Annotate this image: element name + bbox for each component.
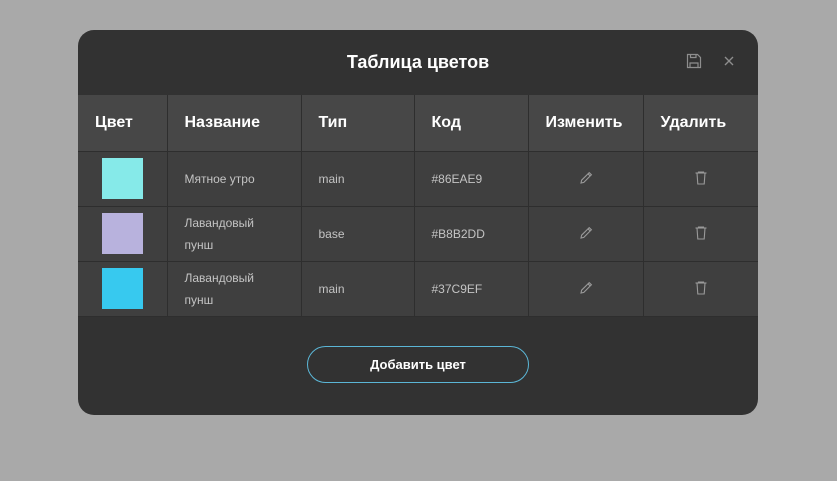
- color-swatch: [102, 268, 143, 309]
- color-swatch: [102, 158, 143, 199]
- delete-cell: [643, 206, 758, 262]
- column-header-code: Код: [414, 95, 529, 152]
- color-name: Лавандовый пунш: [167, 261, 302, 317]
- pencil-icon[interactable]: [576, 223, 596, 243]
- pencil-icon[interactable]: [576, 168, 596, 188]
- column-header-type: Тип: [301, 95, 415, 152]
- swatch-cell: [78, 261, 168, 317]
- column-header-color: Цвет: [78, 95, 168, 152]
- swatch-cell: [78, 151, 168, 207]
- pencil-icon[interactable]: [576, 278, 596, 298]
- trash-icon[interactable]: [691, 223, 711, 243]
- edit-cell: [528, 151, 644, 207]
- save-icon[interactable]: [685, 52, 703, 70]
- color-code: #37C9EF: [414, 261, 529, 317]
- color-code: #B8B2DD: [414, 206, 529, 262]
- color-name: Мятное утро: [167, 151, 302, 207]
- color-type: base: [301, 206, 415, 262]
- modal-title: Таблица цветов: [346, 52, 490, 72]
- edit-cell: [528, 261, 644, 317]
- edit-cell: [528, 206, 644, 262]
- column-header-edit: Изменить: [528, 95, 644, 152]
- column-header-name: Название: [167, 95, 302, 152]
- add-color-button[interactable]: Добавить цвет: [307, 346, 529, 383]
- color-swatch: [102, 213, 143, 254]
- column-header-delete: Удалить: [643, 95, 758, 152]
- table-header-row: Цвет Название Тип Код Изменить Удалить: [78, 95, 758, 152]
- swatch-cell: [78, 206, 168, 262]
- color-type: main: [301, 261, 415, 317]
- trash-icon[interactable]: [691, 168, 711, 188]
- close-icon[interactable]: [720, 52, 738, 70]
- table-row: Мятное утро main #86EAE9: [78, 151, 758, 207]
- colors-table: Цвет Название Тип Код Изменить Удалить М…: [78, 95, 758, 317]
- color-code: #86EAE9: [414, 151, 529, 207]
- color-table-modal: Таблица цветов Цвет Название Тип Код Изм…: [78, 30, 758, 415]
- color-type: main: [301, 151, 415, 207]
- table-row: Лавандовый пунш main #37C9EF: [78, 261, 758, 317]
- delete-cell: [643, 151, 758, 207]
- color-name: Лавандовый пунш: [167, 206, 302, 262]
- delete-cell: [643, 261, 758, 317]
- table-row: Лавандовый пунш base #B8B2DD: [78, 206, 758, 262]
- modal-header: Таблица цветов: [78, 30, 758, 95]
- trash-icon[interactable]: [691, 278, 711, 298]
